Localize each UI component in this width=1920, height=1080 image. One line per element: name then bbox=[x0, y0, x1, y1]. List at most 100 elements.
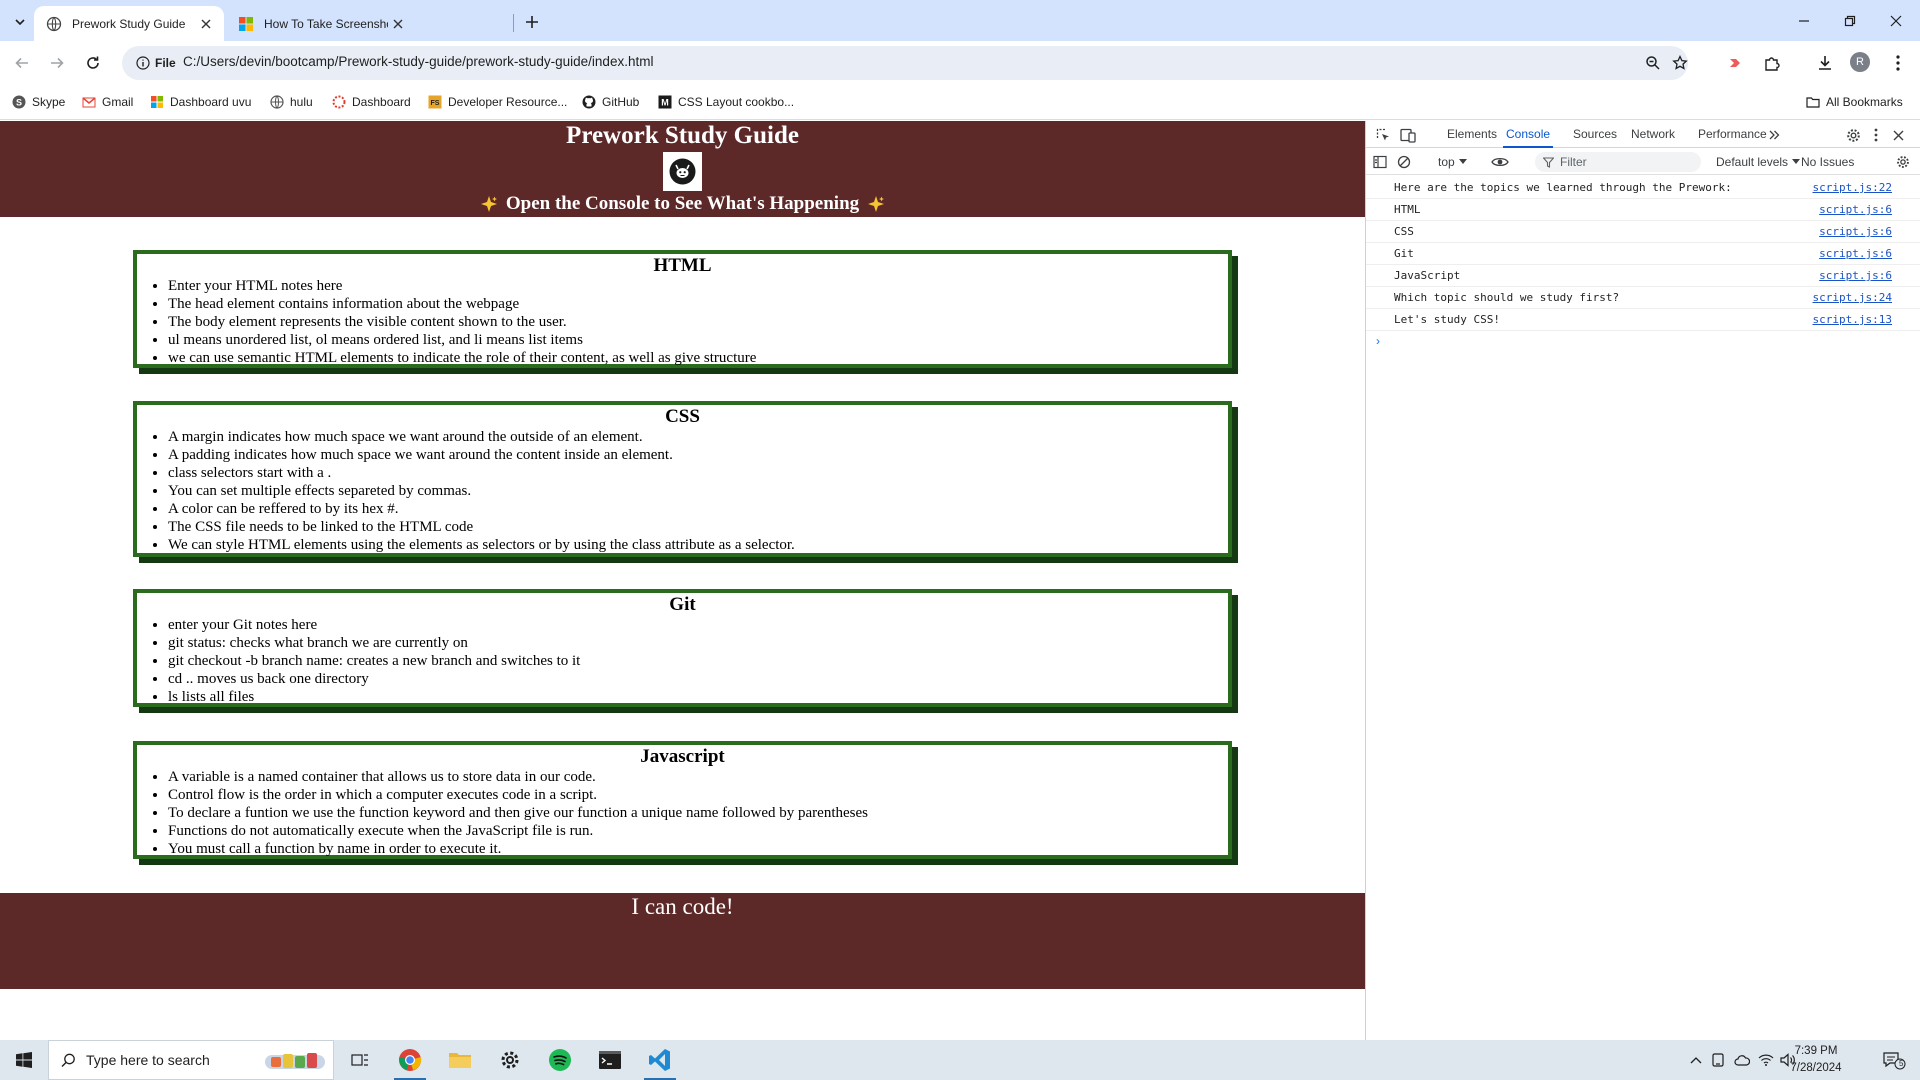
downloads-button[interactable] bbox=[1811, 49, 1839, 77]
tab-strip: Prework Study Guide How To Take Screensh… bbox=[0, 0, 1920, 41]
close-window-button[interactable] bbox=[1873, 0, 1919, 41]
devtools-menu-button[interactable] bbox=[1866, 125, 1886, 145]
section-html: HTML Enter your HTML notes here The head… bbox=[133, 250, 1232, 368]
clear-console-button[interactable] bbox=[1397, 153, 1411, 171]
site-info-chip[interactable]: File bbox=[128, 51, 184, 75]
taskbar-clock[interactable]: 7:39 PM 7/28/2024 bbox=[1780, 1043, 1852, 1077]
bookmark-github[interactable]: GitHub bbox=[582, 92, 639, 112]
gear-icon bbox=[1897, 156, 1909, 168]
canvas-icon bbox=[332, 95, 346, 109]
profile-avatar[interactable]: R bbox=[1850, 52, 1870, 72]
devtools-tab-console[interactable]: Console bbox=[1503, 121, 1554, 148]
devtools-tab-elements[interactable]: Elements bbox=[1447, 121, 1497, 148]
console-source-link[interactable]: script.js:6 bbox=[1819, 203, 1892, 216]
reload-button[interactable] bbox=[79, 49, 107, 77]
bookmark-gmail[interactable]: Gmail bbox=[82, 92, 133, 112]
zoom-button[interactable] bbox=[1641, 51, 1665, 75]
taskbar-file-explorer[interactable] bbox=[436, 1040, 484, 1080]
list-item: You can set multiple effects separeted b… bbox=[168, 482, 1228, 500]
list-item: A margin indicates how much space we wan… bbox=[168, 428, 1228, 446]
page-subtitle-text: Open the Console to See What's Happening bbox=[505, 193, 860, 214]
logo bbox=[663, 152, 702, 191]
tray-onedrive[interactable] bbox=[1732, 1050, 1752, 1070]
url-text[interactable]: C:/Users/devin/bootcamp/Prework-study-gu… bbox=[183, 54, 653, 69]
section-heading: Javascript bbox=[640, 746, 725, 767]
browser-toolbar: File C:/Users/devin/bootcamp/Prework-stu… bbox=[0, 41, 1920, 84]
more-tabs-button[interactable] bbox=[1764, 125, 1784, 145]
tab-prework-study-guide[interactable]: Prework Study Guide bbox=[34, 6, 224, 41]
console-source-link[interactable]: script.js:6 bbox=[1819, 269, 1892, 282]
bookmark-dashboard[interactable]: Dashboard bbox=[332, 92, 411, 112]
console-source-link[interactable]: script.js:22 bbox=[1813, 181, 1892, 194]
inspect-element-button[interactable] bbox=[1373, 125, 1393, 145]
taskbar-spotify[interactable] bbox=[536, 1040, 584, 1080]
bookmark-css-layout-cookbook[interactable]: M CSS Layout cookbo... bbox=[658, 92, 794, 112]
close-icon bbox=[393, 19, 403, 28]
minimize-button[interactable] bbox=[1781, 0, 1827, 41]
chrome-menu-button[interactable] bbox=[1884, 49, 1912, 77]
section-git: Git enter your Git notes here git status… bbox=[133, 589, 1232, 707]
device-toolbar-button[interactable] bbox=[1398, 125, 1418, 145]
address-bar[interactable]: File C:/Users/devin/bootcamp/Prework-stu… bbox=[122, 46, 1688, 80]
devtools-settings-button[interactable] bbox=[1843, 125, 1863, 145]
task-view-button[interactable] bbox=[336, 1040, 384, 1080]
log-levels-dropdown[interactable]: Default levels bbox=[1716, 153, 1801, 171]
extensions-menu-button[interactable] bbox=[1758, 49, 1786, 77]
console-source-link[interactable]: script.js:24 bbox=[1813, 291, 1892, 304]
taskbar-terminal[interactable] bbox=[586, 1040, 634, 1080]
chevron-down-icon bbox=[15, 19, 25, 26]
context-selector[interactable]: top bbox=[1438, 153, 1467, 171]
windows-start-icon bbox=[16, 1052, 32, 1068]
tray-overflow-button[interactable] bbox=[1686, 1050, 1706, 1070]
ms-logo-icon bbox=[151, 96, 163, 108]
console-message-text: JavaScript bbox=[1394, 269, 1461, 282]
list-item: The head element contains information ab… bbox=[168, 295, 1228, 313]
tray-meet-now[interactable] bbox=[1708, 1050, 1728, 1070]
console-settings-button[interactable] bbox=[1896, 153, 1910, 171]
devtools-close-button[interactable] bbox=[1888, 125, 1908, 145]
new-tab-button[interactable] bbox=[520, 10, 544, 34]
live-expression-button[interactable] bbox=[1491, 153, 1509, 171]
filter-placeholder: Filter bbox=[1560, 155, 1587, 169]
taskbar-settings[interactable] bbox=[486, 1040, 534, 1080]
taskbar-vscode[interactable] bbox=[636, 1040, 684, 1080]
tab-screenshot-article[interactable]: How To Take Screenshot On W bbox=[226, 6, 416, 41]
section-css: CSS A margin indicates how much space we… bbox=[133, 401, 1232, 557]
bookmark-dashboard-uvu[interactable]: Dashboard uvu bbox=[150, 92, 251, 112]
all-bookmarks-button[interactable]: All Bookmarks bbox=[1806, 92, 1903, 112]
bookmark-hulu[interactable]: hulu bbox=[270, 92, 313, 112]
console-source-link[interactable]: script.js:6 bbox=[1819, 225, 1892, 238]
folder-icon bbox=[1806, 97, 1820, 108]
bookmark-star-button[interactable] bbox=[1668, 51, 1692, 75]
devtools-tab-performance[interactable]: Performance bbox=[1698, 121, 1767, 148]
list-item: Enter your HTML notes here bbox=[168, 277, 1228, 295]
forward-button[interactable] bbox=[43, 49, 71, 77]
tab-close-button[interactable] bbox=[196, 14, 216, 34]
extension-button[interactable] bbox=[1721, 49, 1749, 77]
devtools-tab-sources[interactable]: Sources bbox=[1573, 121, 1617, 148]
site-info-label: File bbox=[155, 56, 176, 70]
restore-button[interactable] bbox=[1827, 0, 1873, 41]
spotify-icon bbox=[549, 1049, 571, 1071]
console-filter-input[interactable]: Filter bbox=[1535, 152, 1701, 172]
console-prompt[interactable]: › bbox=[1376, 334, 1380, 348]
bookmark-developer-resources[interactable]: FS Developer Resource... bbox=[428, 92, 567, 112]
taskbar-search-box[interactable]: Type here to search bbox=[48, 1040, 334, 1080]
devtools-tab-network[interactable]: Network bbox=[1631, 121, 1675, 148]
tray-network[interactable] bbox=[1756, 1050, 1776, 1070]
notification-center-button[interactable]: 5 bbox=[1880, 1050, 1908, 1070]
start-button[interactable] bbox=[0, 1040, 48, 1080]
console-source-link[interactable]: script.js:13 bbox=[1813, 313, 1892, 326]
taskbar-chrome[interactable] bbox=[386, 1040, 434, 1080]
kebab-menu-icon bbox=[1896, 55, 1900, 71]
console-sidebar-button[interactable] bbox=[1373, 153, 1387, 171]
back-button[interactable] bbox=[8, 49, 36, 77]
device-icon bbox=[1712, 1053, 1724, 1067]
console-source-link[interactable]: script.js:6 bbox=[1819, 247, 1892, 260]
bookmark-skype[interactable]: S Skype bbox=[12, 92, 65, 112]
tab-close-button[interactable] bbox=[388, 14, 408, 34]
log-levels-label: Default levels bbox=[1716, 155, 1789, 169]
zoom-icon bbox=[1646, 56, 1660, 70]
tab-search-button[interactable] bbox=[8, 10, 32, 34]
issues-counter[interactable]: No Issues bbox=[1801, 153, 1854, 171]
